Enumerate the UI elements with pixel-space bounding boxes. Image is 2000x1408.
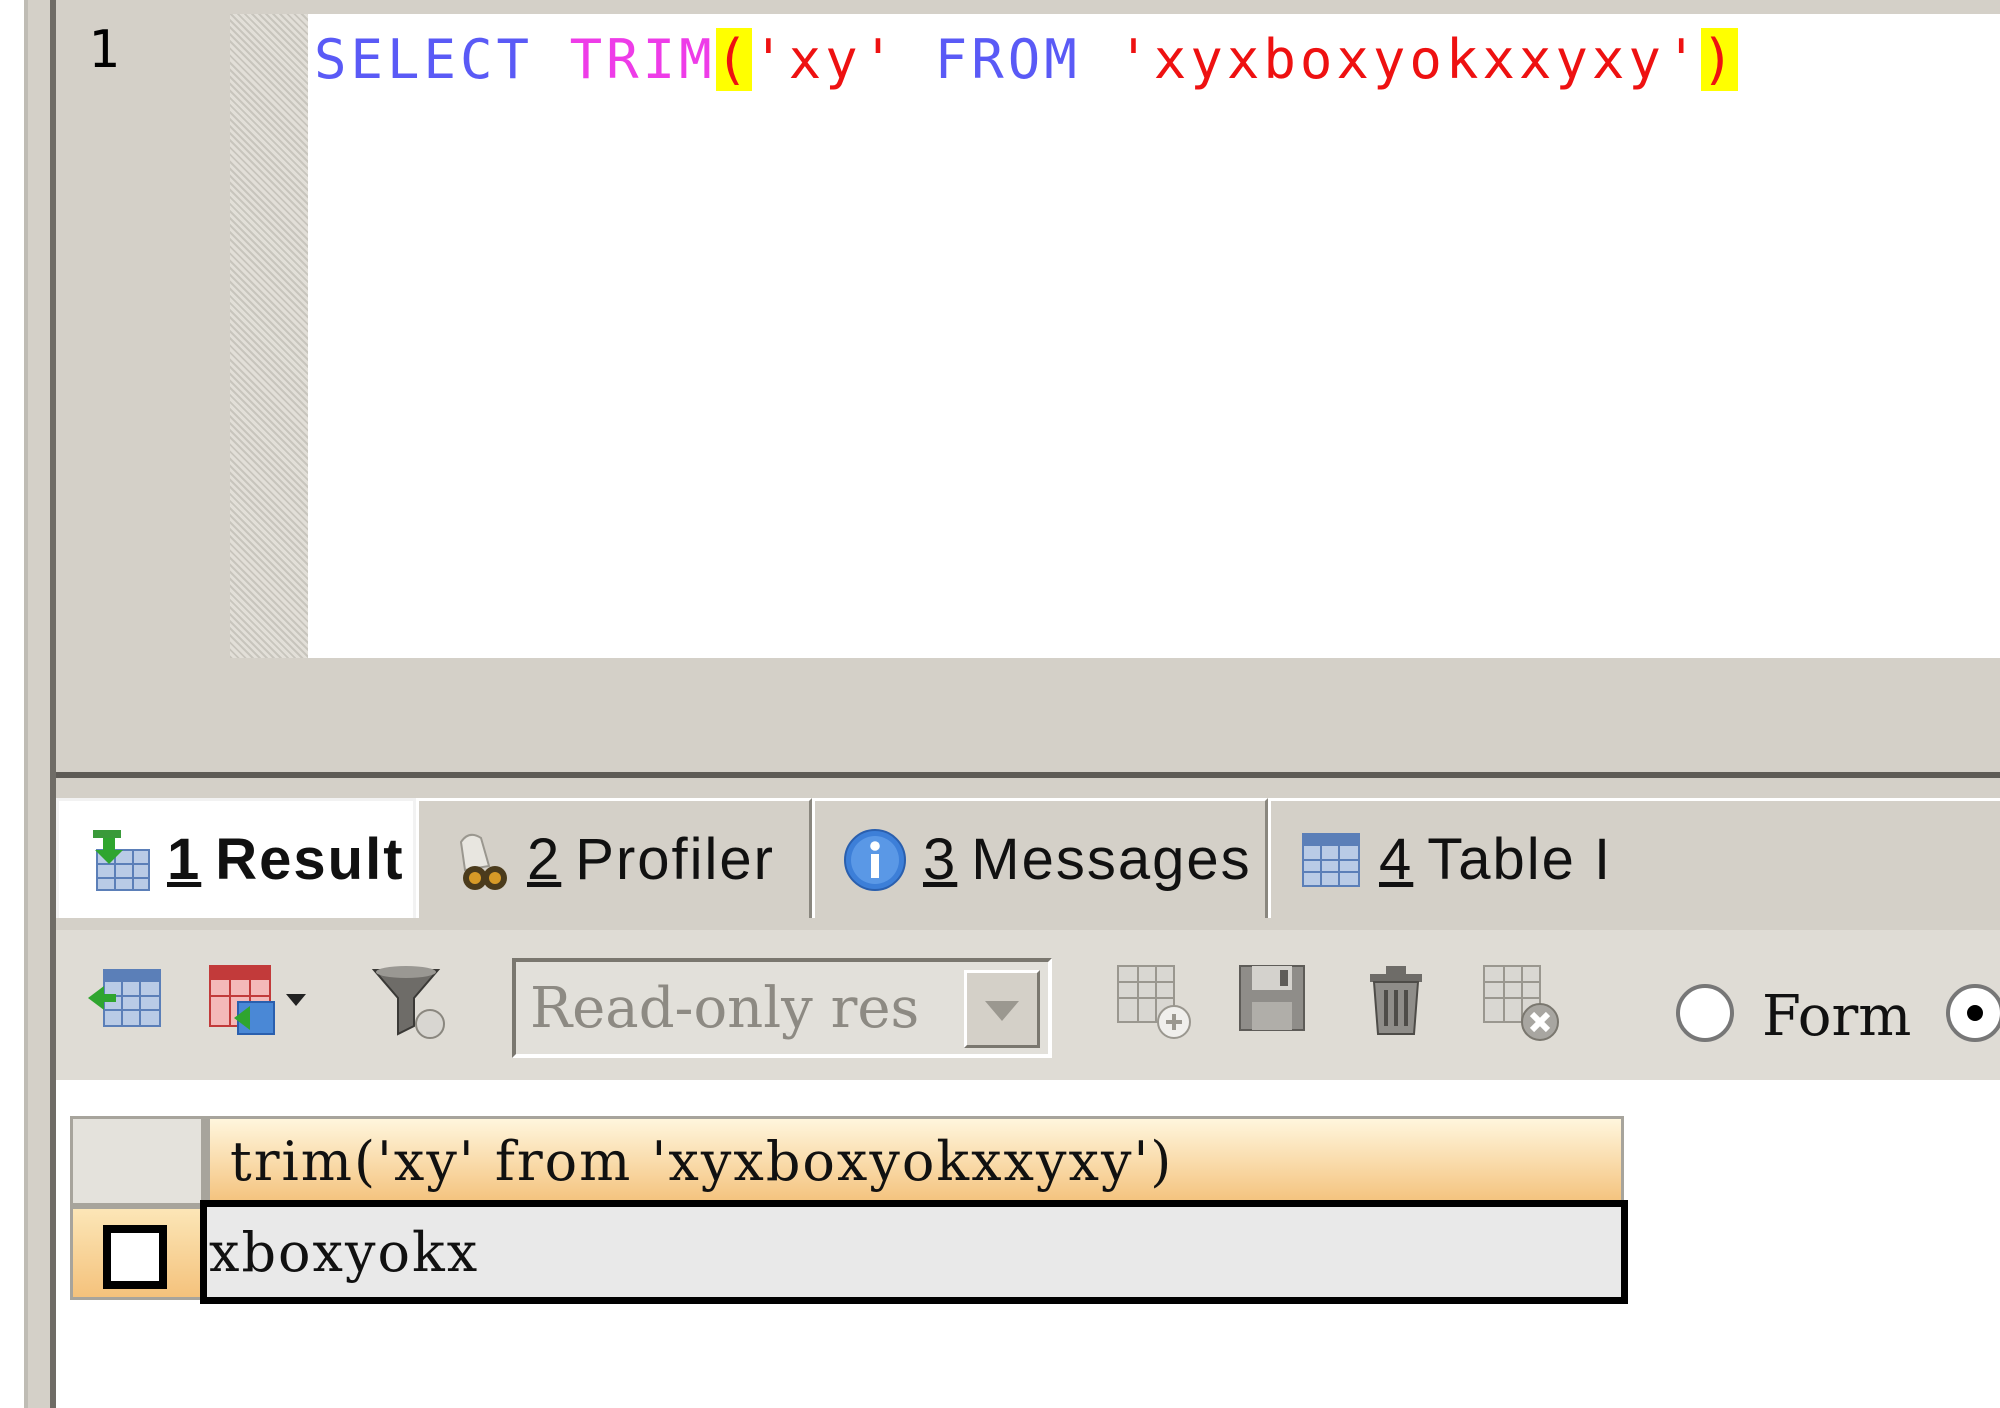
tab-profiler[interactable]: 2 Profiler	[416, 798, 812, 918]
query-editor[interactable]: SELECT TRIM('xy' FROM 'xyxboxyokxxyxy')	[308, 14, 2000, 658]
tab-profiler-label: Profiler	[575, 827, 775, 892]
result-tabbar: 1 Result 2 Profiler 3 Messages 4 Table I	[56, 786, 2000, 926]
form-view-label: Form	[1762, 984, 1912, 1049]
result-mode-value: Read-only res	[530, 976, 920, 1041]
keyword-from: FROM	[934, 28, 1081, 91]
tab-messages-number: 3	[923, 827, 958, 892]
filter-icon[interactable]	[366, 958, 450, 1042]
editor-gutter	[230, 14, 308, 658]
row-checkbox[interactable]	[103, 1225, 167, 1289]
tab-table-number: 4	[1379, 827, 1414, 892]
profiler-binoculars-icon	[459, 833, 507, 890]
tab-profiler-number: 2	[527, 827, 562, 892]
export-grid-icon[interactable]	[84, 958, 168, 1042]
function-trim: TRIM	[569, 28, 716, 91]
line-number: 1	[88, 20, 120, 80]
form-view-radio[interactable]	[1676, 984, 1734, 1042]
grid-corner[interactable]	[70, 1116, 204, 1206]
close-paren-highlight: )	[1701, 28, 1738, 91]
grid-view-radio[interactable]	[1946, 984, 2000, 1042]
add-row-icon[interactable]	[1110, 958, 1194, 1042]
delete-row-icon[interactable]	[1476, 958, 1560, 1042]
info-icon	[844, 828, 906, 891]
cell-value: xboxyokx	[209, 1220, 480, 1284]
window-edge	[0, 0, 24, 1408]
tab-result-number: 1	[167, 827, 202, 892]
column-header[interactable]: trim('xy' from 'xyxboxyokxxyxy')	[204, 1116, 1624, 1206]
pane-splitter[interactable]	[56, 772, 2000, 778]
string-arg-1: 'xy'	[752, 28, 899, 91]
result-grid-icon	[93, 829, 150, 891]
tab-result-label: Result	[215, 827, 405, 892]
open-paren-highlight: (	[715, 28, 753, 91]
export-dropdown-icon[interactable]	[206, 958, 316, 1042]
result-grid: trim('xy' from 'xyxboxyokxxyxy') xboxyok…	[56, 1080, 2000, 1408]
tab-messages-label: Messages	[971, 827, 1252, 892]
result-mode-select[interactable]: Read-only res	[512, 958, 1052, 1058]
table-cell[interactable]: xboxyokx	[200, 1200, 1628, 1304]
column-header-label: trim('xy' from 'xyxboxyokxxyxy')	[230, 1129, 1174, 1193]
dropdown-arrow-button[interactable]	[964, 970, 1040, 1048]
string-arg-2: 'xyxboxyokxxyxy'	[1117, 28, 1702, 91]
delete-trash-icon[interactable]	[1354, 958, 1438, 1042]
tab-result[interactable]: 1 Result	[56, 798, 416, 918]
tab-table-info[interactable]: 4 Table I	[1268, 798, 2000, 918]
keyword-select: SELECT	[314, 28, 534, 91]
save-icon[interactable]	[1232, 958, 1316, 1042]
chevron-down-icon	[985, 1001, 1019, 1021]
table-icon	[1302, 832, 1360, 887]
tab-table-label: Table I	[1427, 827, 1613, 892]
row-header[interactable]	[70, 1206, 204, 1300]
tab-messages[interactable]: 3 Messages	[812, 798, 1268, 918]
window-edge-rule	[24, 0, 28, 1408]
code-line[interactable]: SELECT TRIM('xy' FROM 'xyxboxyokxxyxy')	[314, 22, 1738, 98]
result-toolbar: Read-only res Form	[56, 930, 2000, 1080]
